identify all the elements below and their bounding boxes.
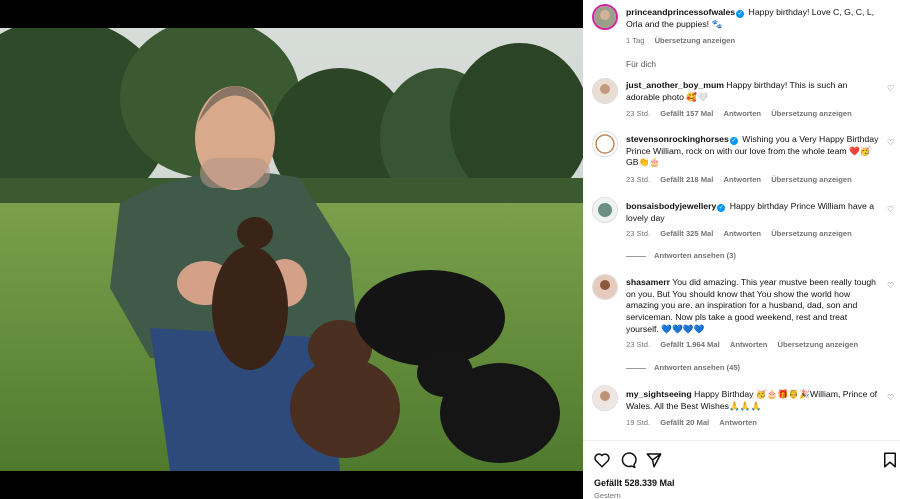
avatar-image — [594, 6, 616, 28]
post-photo-panel — [0, 0, 583, 499]
share-icon[interactable] — [645, 451, 663, 469]
translate-button[interactable]: Übersetzung anzeigen — [771, 229, 852, 238]
comment-time: 23 Std. — [626, 109, 651, 118]
post-photo[interactable] — [0, 28, 583, 471]
comment-meta: 19 Std. Gefällt 20 Mal Antworten — [626, 418, 765, 427]
reply-button[interactable]: Antworten — [730, 340, 768, 349]
caption-meta: 1 Tag Übersetzung anzeigen — [626, 36, 743, 45]
reply-button[interactable]: Antworten — [724, 229, 762, 238]
verified-badge-icon: ✓ — [729, 137, 738, 145]
comment-like-heart-icon[interactable]: ♡ — [887, 281, 894, 290]
verified-badge-icon: ✓ — [736, 10, 745, 18]
view-replies-label: Antworten ansehen (45) — [654, 363, 741, 372]
comment-username[interactable]: shasamerr — [626, 277, 670, 287]
comment-icon[interactable] — [619, 451, 637, 469]
avatar-image — [593, 79, 617, 103]
comment-meta: 23 Std. Gefällt 325 Mal Antworten Überse… — [626, 229, 860, 238]
comments-panel: princeandprincessofwales ✓ Happy birthday… — [583, 0, 900, 499]
comment-username[interactable]: stevensonrockinghorses — [626, 134, 729, 144]
comment-username[interactable]: bonsaisbodyjewellery — [626, 201, 716, 211]
avatar-image — [593, 275, 617, 299]
post-photo-illustration — [0, 28, 583, 471]
avatar-image — [593, 386, 617, 410]
reply-button[interactable]: Antworten — [724, 175, 762, 184]
view-replies-button[interactable]: Antworten ansehen (45) — [626, 363, 740, 372]
for-you-label[interactable]: Für dich — [626, 59, 656, 69]
avatar-image — [593, 132, 617, 156]
comment-likes[interactable]: Gefällt 20 Mal — [660, 418, 709, 427]
post-like-count[interactable]: Gefällt 528.339 Mal — [594, 478, 675, 488]
caption-translate-button[interactable]: Übersetzung anzeigen — [655, 36, 736, 45]
avatar-image — [593, 198, 617, 222]
comment-likes[interactable]: Gefällt 325 Mal — [660, 229, 713, 238]
comment-time: 19 Std. — [626, 418, 651, 427]
avatar[interactable] — [592, 4, 618, 30]
translate-button[interactable]: Übersetzung anzeigen — [778, 340, 859, 349]
comment-text-block: stevensonrockinghorses ✓ Wishing you a Ve… — [626, 134, 881, 169]
comment-likes[interactable]: Gefällt 1.964 Mal — [660, 340, 720, 349]
avatar[interactable] — [592, 197, 618, 223]
comment-time: 23 Std. — [626, 229, 651, 238]
comment-likes[interactable]: Gefällt 218 Mal — [660, 175, 713, 184]
bookmark-icon[interactable] — [881, 451, 899, 469]
reply-button[interactable]: Antworten — [719, 418, 757, 427]
comment-text-block: just_another_boy_mum Happy birthday! Thi… — [626, 80, 881, 103]
comment-meta: 23 Std. Gefällt 157 Mal Antworten Überse… — [626, 109, 860, 118]
comment-like-heart-icon[interactable]: ♡ — [887, 138, 894, 147]
avatar[interactable] — [592, 385, 618, 411]
verified-badge-icon: ✓ — [717, 204, 726, 212]
view-replies-label: Antworten ansehen (3) — [654, 251, 736, 260]
reply-button[interactable]: Antworten — [724, 109, 762, 118]
caption-text-block: princeandprincessofwales ✓ Happy birthday… — [626, 7, 881, 30]
comment-meta: 23 Std. Gefällt 218 Mal Antworten Überse… — [626, 175, 860, 184]
avatar[interactable] — [592, 274, 618, 300]
heart-icon[interactable] — [593, 451, 611, 469]
comment-text-block: my_sightseeing Happy Birthday 🥳🎂🎁🤴🎉Willi… — [626, 389, 881, 412]
caption-username[interactable]: princeandprincessofwales — [626, 7, 735, 17]
comment-username[interactable]: just_another_boy_mum — [626, 80, 724, 90]
caption-time: 1 Tag — [626, 36, 645, 45]
comments-scroll-area[interactable]: princeandprincessofwales ✓ Happy birthday… — [583, 0, 900, 440]
translate-button[interactable]: Übersetzung anzeigen — [771, 175, 852, 184]
comment-text-block: shasamerr You did amazing. This year mus… — [626, 277, 881, 336]
replies-divider — [626, 367, 646, 369]
comment-like-heart-icon[interactable]: ♡ — [887, 393, 894, 402]
comment-likes[interactable]: Gefällt 157 Mal — [660, 109, 713, 118]
comment-time: 23 Std. — [626, 175, 651, 184]
comment-like-heart-icon[interactable]: ♡ — [887, 84, 894, 93]
translate-button[interactable]: Übersetzung anzeigen — [771, 109, 852, 118]
replies-divider — [626, 255, 646, 257]
comment-meta: 23 Std. Gefällt 1.964 Mal Antworten Über… — [626, 340, 866, 349]
post-action-bar: Gefällt 528.339 Mal Gestern — [583, 440, 900, 499]
view-replies-button[interactable]: Antworten ansehen (3) — [626, 251, 736, 260]
comment-username[interactable]: my_sightseeing — [626, 389, 692, 399]
avatar[interactable] — [592, 131, 618, 157]
comment-time: 23 Std. — [626, 340, 651, 349]
comment-like-heart-icon[interactable]: ♡ — [887, 205, 894, 214]
avatar[interactable] — [592, 78, 618, 104]
post-date: Gestern — [594, 491, 621, 499]
comment-text-block: bonsaisbodyjewellery ✓ Happy birthday Pri… — [626, 201, 881, 224]
